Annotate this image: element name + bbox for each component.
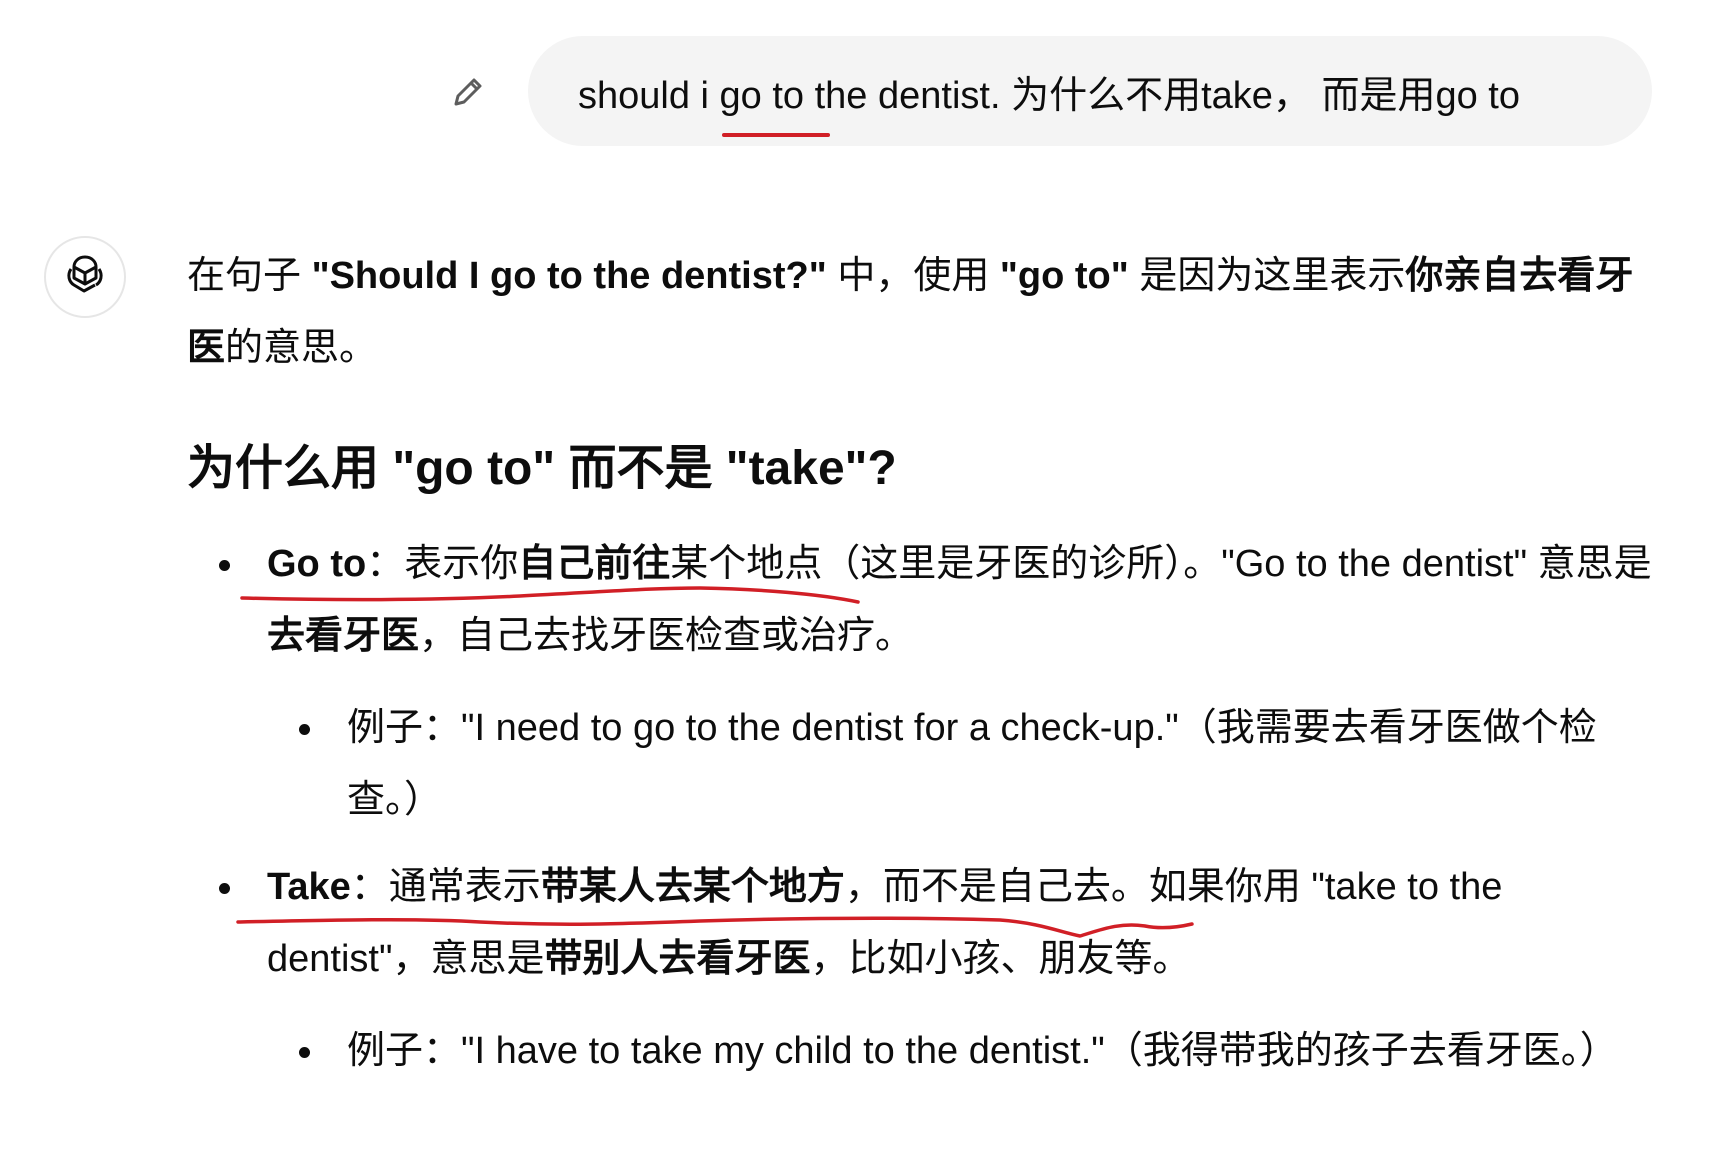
intro-text-2: 中，使用	[826, 255, 1000, 297]
bullet-text: 某个地点（这里是牙医的诊所）。"Go to the dentist" 意思是	[670, 543, 1652, 585]
pencil-icon[interactable]	[448, 72, 488, 112]
bullet-text: ：表示你	[366, 543, 519, 585]
bullet-dot	[299, 1047, 310, 1058]
assistant-avatar	[44, 236, 126, 318]
bullet-go-to: Go to：表示你自己前往某个地点（这里是牙医的诊所）。"Go to the d…	[267, 528, 1667, 672]
bullet-take: Take：通常表示带某人去某个地方，而不是自己去。如果你用 "take to t…	[267, 851, 1667, 995]
bullet-bold: 自己前往	[518, 543, 671, 585]
intro-bold-1: "Should I go to the dentist?"	[311, 255, 827, 297]
example-take: 例子："I have to take my child to the denti…	[347, 1030, 1618, 1072]
example-go-to: 例子："I need to go to the dentist for a ch…	[347, 707, 1597, 821]
bullet-text: ，自己去找牙医检查或治疗。	[419, 615, 914, 657]
bullet-term: Take	[267, 866, 351, 908]
user-message-text: should i go to the dentist. 为什么不用take， 而…	[578, 74, 1520, 117]
intro-text-1: 在句子	[187, 255, 312, 297]
assistant-intro: 在句子 "Should I go to the dentist?" 中，使用 "…	[187, 240, 1657, 384]
user-message-bubble: should i go to the dentist. 为什么不用take， 而…	[528, 36, 1652, 146]
intro-text-4: 的意思。	[225, 327, 378, 369]
bullet-dot	[299, 724, 310, 735]
annotation-underline	[722, 133, 830, 137]
user-message-row: should i go to the dentist. 为什么不用take， 而…	[0, 0, 1734, 170]
intro-bold-2: "go to"	[999, 255, 1129, 297]
bullet-text: ，比如小孩、朋友等。	[810, 938, 1191, 980]
bullet-bold: 带某人去某个地方	[540, 866, 845, 908]
bullet-dot	[219, 883, 230, 894]
bullet-bold: 带别人去看牙医	[544, 938, 811, 980]
openai-logo-icon	[62, 252, 108, 303]
bullet-term: Go to	[267, 543, 367, 585]
bullet-bold: 去看牙医	[267, 615, 420, 657]
bullet-dot	[219, 560, 230, 571]
bullet-text: ：通常表示	[350, 866, 541, 908]
section-heading: 为什么用 "go to" 而不是 "take"?	[187, 442, 897, 495]
intro-text-3: 是因为这里表示	[1128, 255, 1406, 297]
